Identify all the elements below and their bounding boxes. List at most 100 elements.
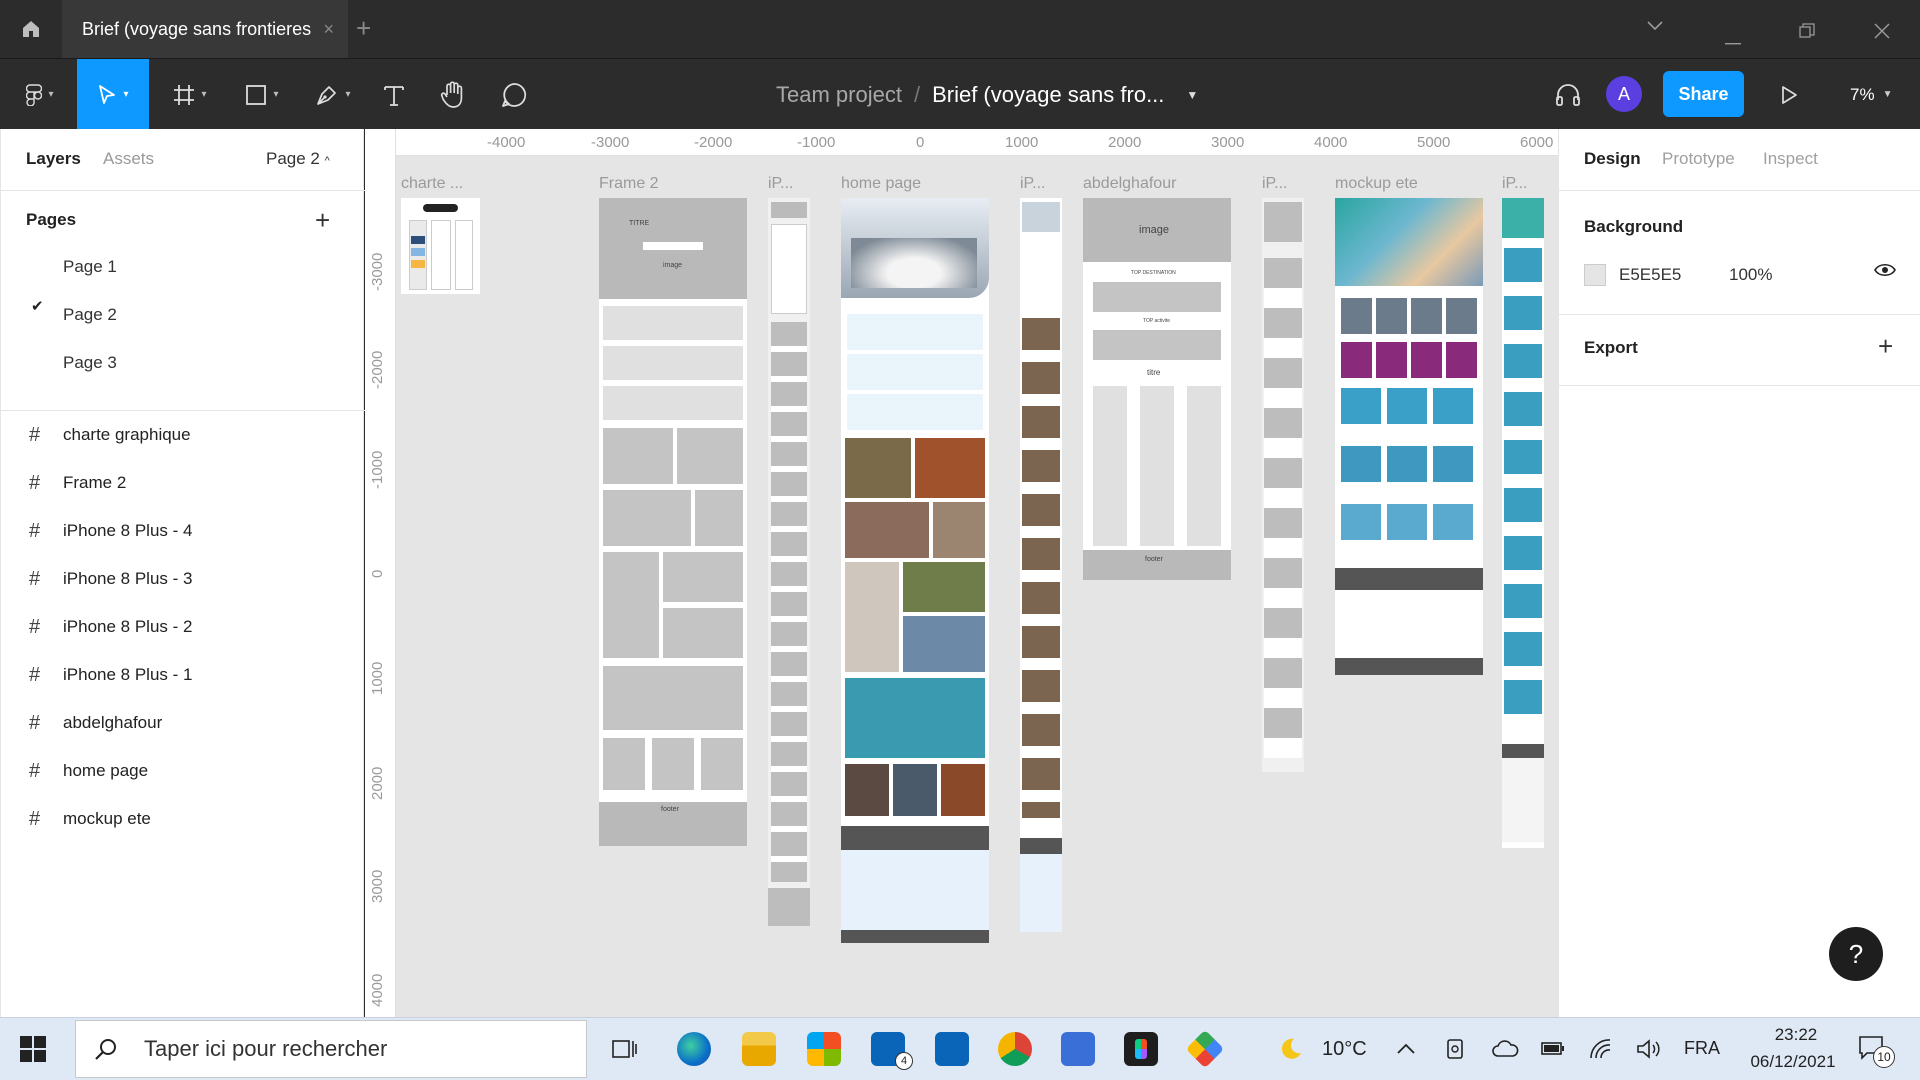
play-icon <box>1782 85 1797 104</box>
frame-iphone-8-plus[interactable] <box>1020 198 1062 932</box>
document-tab[interactable]: Brief (voyage sans frontieres × <box>62 0 348 58</box>
file-explorer-icon[interactable] <box>742 1032 776 1066</box>
shape-tool-button[interactable]: ▾ <box>232 59 292 130</box>
chrome-icon[interactable] <box>998 1032 1032 1066</box>
new-tab-button[interactable]: + <box>356 14 371 42</box>
restore-icon[interactable] <box>1799 22 1815 45</box>
ruler-tick: -3000 <box>591 134 630 151</box>
frame-iphone-8-plus[interactable] <box>1262 198 1304 772</box>
eye-icon[interactable] <box>1874 262 1896 283</box>
windows-start-icon[interactable] <box>20 1036 46 1067</box>
comment-tool-button[interactable] <box>494 59 534 130</box>
layer-item[interactable]: # abdelghafour <box>1 703 365 743</box>
microsoft-store-icon[interactable] <box>807 1032 841 1066</box>
add-page-button[interactable]: + <box>315 205 330 236</box>
frame-iphone-8-plus[interactable] <box>1502 198 1544 848</box>
text-tool-button[interactable] <box>374 59 414 130</box>
frame-label[interactable]: iP... <box>768 175 794 193</box>
cloud-icon[interactable] <box>1491 1036 1519 1062</box>
page-item[interactable]: Page 3 <box>63 353 117 373</box>
taskbar-search[interactable]: Taper ici pour rechercher <box>75 1020 587 1078</box>
zoom-dropdown[interactable]: 7% ▼ <box>1850 59 1892 130</box>
clock-time[interactable]: 23:22 <box>1762 1025 1830 1045</box>
wifi-icon[interactable] <box>1588 1036 1614 1062</box>
frame-iphone-8-plus[interactable] <box>768 198 810 926</box>
tab-layers[interactable]: Layers <box>26 149 81 169</box>
tab-assets[interactable]: Assets <box>103 149 154 169</box>
frame-mockup-ete[interactable] <box>1335 198 1483 675</box>
tab-design[interactable]: Design <box>1584 149 1641 169</box>
ruler-tick: 1000 <box>369 661 386 695</box>
breadcrumb-file-name[interactable]: Brief (voyage sans fro... <box>932 82 1164 108</box>
meet-now-icon[interactable] <box>1443 1036 1469 1062</box>
app-cube-icon[interactable] <box>935 1032 969 1066</box>
avatar[interactable]: A <box>1606 76 1642 112</box>
vpn-shield-icon[interactable] <box>1061 1032 1095 1066</box>
tabs-dropdown-icon[interactable] <box>1647 14 1663 37</box>
frame-tool-button[interactable]: ▾ <box>160 59 220 130</box>
layer-item[interactable]: # charte graphique <box>1 415 365 455</box>
frame-2[interactable]: TITRE image footer <box>599 198 747 846</box>
frame-abdelghafour[interactable]: image TOP DESTINATION TOP activite titre… <box>1083 198 1231 580</box>
home-button[interactable] <box>0 0 62 58</box>
frame-label[interactable]: mockup ete <box>1335 175 1418 193</box>
edge-browser-icon[interactable] <box>677 1032 711 1066</box>
layer-item[interactable]: # iPhone 8 Plus - 3 <box>1 559 365 599</box>
layer-item[interactable]: # iPhone 8 Plus - 4 <box>1 511 365 551</box>
battery-icon[interactable] <box>1540 1038 1566 1060</box>
hand-tool-button[interactable] <box>433 59 473 130</box>
frame-label[interactable]: abdelghafour <box>1083 175 1176 193</box>
ruler-tick: 2000 <box>369 766 386 800</box>
add-export-button[interactable]: + <box>1878 331 1893 362</box>
frame-label[interactable]: iP... <box>1262 175 1288 193</box>
frame-home-page[interactable] <box>841 198 989 943</box>
clock-date[interactable]: 06/12/2021 <box>1740 1052 1846 1072</box>
input-language[interactable]: FRA <box>1684 1038 1720 1059</box>
help-button[interactable]: ? <box>1829 927 1883 981</box>
close-window-icon[interactable] <box>1874 22 1890 45</box>
page-item[interactable]: Page 1 <box>63 257 117 277</box>
audio-button[interactable] <box>1550 59 1586 130</box>
layer-item[interactable]: # iPhone 8 Plus - 1 <box>1 655 365 695</box>
pen-tool-button[interactable]: ▾ <box>303 59 363 130</box>
chevron-down-icon[interactable]: ▼ <box>1186 88 1198 102</box>
tab-inspect[interactable]: Inspect <box>1763 149 1818 169</box>
ruler-tick: 2000 <box>1108 134 1142 151</box>
main-menu-button[interactable]: ▾ <box>10 59 70 130</box>
background-hex-input[interactable]: E5E5E5 <box>1619 265 1681 285</box>
notification-icon[interactable]: 10 <box>1857 1034 1897 1068</box>
frame-label[interactable]: iP... <box>1502 175 1528 193</box>
breadcrumb-team[interactable]: Team project <box>776 82 902 108</box>
home-icon <box>23 21 39 37</box>
frame-label[interactable]: home page <box>841 175 921 193</box>
page-selector[interactable]: Page 2 ^ <box>266 149 330 169</box>
layer-item[interactable]: # mockup ete <box>1 799 365 839</box>
share-button[interactable]: Share <box>1663 71 1744 117</box>
background-color-swatch[interactable] <box>1584 264 1606 286</box>
frame-label[interactable]: Frame 2 <box>599 175 659 193</box>
layer-item[interactable]: # iPhone 8 Plus - 2 <box>1 607 365 647</box>
volume-icon[interactable] <box>1635 1036 1661 1062</box>
frame-hash-icon: # <box>29 423 41 446</box>
frame-label[interactable]: charte ... <box>401 175 463 193</box>
task-view-icon[interactable] <box>607 1032 641 1066</box>
move-tool-button[interactable]: ▾ <box>77 59 149 130</box>
close-tab-icon[interactable]: × <box>323 19 334 40</box>
frame-label[interactable]: iP... <box>1020 175 1046 193</box>
figma-taskbar-icon[interactable] <box>1124 1032 1158 1066</box>
minimize-icon[interactable] <box>1725 28 1741 51</box>
design-canvas[interactable]: 000 -4000 -3000 -2000 -1000 0 1000 2000 … <box>365 129 1558 1017</box>
weather-temperature[interactable]: 10°C <box>1322 1038 1367 1061</box>
page-item-selected[interactable]: Page 2 <box>63 305 117 325</box>
layer-item[interactable]: # home page <box>1 751 365 791</box>
present-button[interactable] <box>1772 59 1806 130</box>
ruler-tick: 0 <box>916 134 925 151</box>
chevron-down-icon: ▾ <box>273 89 279 100</box>
frame-charte-graphique[interactable] <box>401 198 480 294</box>
mail-icon[interactable]: 4 <box>871 1032 913 1070</box>
tab-prototype[interactable]: Prototype <box>1662 149 1735 169</box>
background-opacity-input[interactable]: 100% <box>1729 265 1772 285</box>
chevron-up-icon[interactable] <box>1395 1038 1417 1060</box>
layer-item[interactable]: # Frame 2 <box>1 463 365 503</box>
google-app-icon[interactable] <box>1185 1029 1225 1069</box>
